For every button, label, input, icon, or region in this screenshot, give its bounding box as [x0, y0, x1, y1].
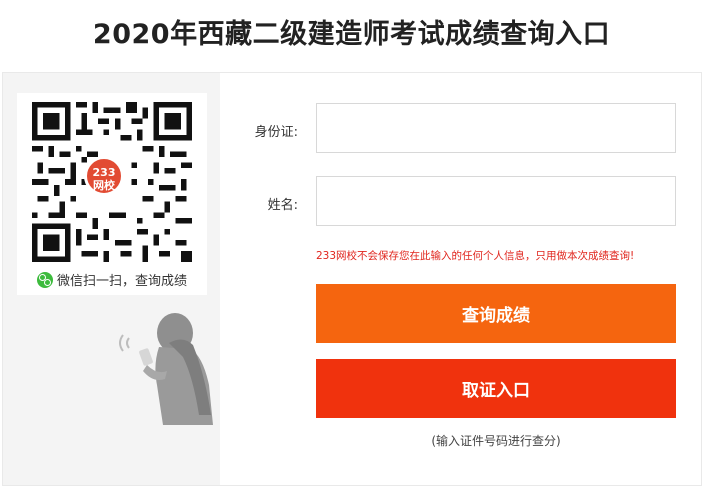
- qr-panel: 233 网校 微信扫一扫，查询成绩: [3, 73, 220, 485]
- id-card-input[interactable]: [316, 103, 676, 153]
- brand-logo-text: 网校: [93, 179, 115, 192]
- name-input[interactable]: [316, 176, 676, 226]
- brand-logo: 233 网校: [84, 156, 124, 196]
- qr-caption: 微信扫一扫，查询成绩: [17, 270, 207, 289]
- wechat-icon: [36, 271, 53, 288]
- certificate-entry-button[interactable]: 取证入口: [316, 359, 676, 418]
- name-label: 姓名:: [267, 198, 298, 213]
- qr-caption-text: 微信扫一扫，查询成绩: [56, 274, 187, 289]
- page-title: 2020年西藏二级建造师考试成绩查询入口: [92, 19, 611, 50]
- qr-box: 233 网校 微信扫一扫，查询成绩: [17, 93, 207, 295]
- brand-logo-number: 233: [92, 166, 116, 179]
- certificate-hint: (输入证件号码进行查分): [431, 434, 561, 448]
- query-card: 233 网校 微信扫一扫，查询成绩 身份证: 姓名: 233网校不会保存您在此输…: [2, 72, 702, 486]
- privacy-notice: 233网校不会保存您在此输入的任何个人信息，只用做本次成绩查询!: [316, 250, 635, 262]
- id-card-label: 身份证:: [254, 125, 298, 140]
- person-phone-illustration: [119, 313, 213, 425]
- query-score-button[interactable]: 查询成绩: [316, 284, 676, 343]
